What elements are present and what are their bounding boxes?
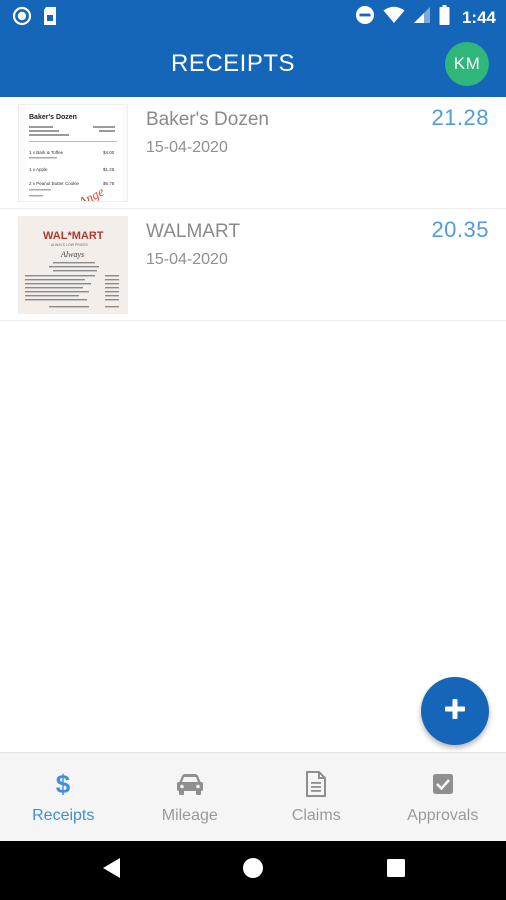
receipt-date: 15-04-2020 [146, 139, 228, 156]
battery-icon [439, 5, 450, 30]
thumb-header: Baker's Dozen [29, 114, 77, 121]
receipt-amount: 21.28 [431, 105, 489, 130]
tab-label: Claims [291, 807, 341, 824]
plus-icon [443, 697, 467, 726]
receipt-row[interactable]: Baker's Dozen 1 x Bark & Toffee $4.00 1 … [0, 97, 506, 209]
cell-signal-icon [413, 6, 431, 29]
bakers-dozen-receipt-image: Baker's Dozen 1 x Bark & Toffee $4.00 1 … [19, 105, 127, 201]
svg-text:2 x Peanut Butter Cookie: 2 x Peanut Butter Cookie [29, 181, 80, 186]
status-bar: 1:44 [0, 0, 506, 32]
merchant-name: WALMART [146, 221, 240, 242]
wifi-icon [383, 6, 405, 29]
merchant-name: Baker's Dozen [146, 109, 269, 130]
receipt-date: 15-04-2020 [146, 251, 228, 268]
home-button[interactable] [233, 841, 273, 900]
notification-circle-icon [12, 6, 32, 31]
svg-text:Always: Always [60, 250, 84, 259]
car-icon [175, 771, 205, 797]
tab-receipts[interactable]: $ Receipts [0, 753, 127, 841]
svg-text:$4.00: $4.00 [103, 150, 115, 155]
receipt-row[interactable]: WAL*MART ALWAYS LOW PRICES Always WALMAR… [0, 209, 506, 321]
svg-text:1 x Bark & Toffee: 1 x Bark & Toffee [29, 150, 64, 155]
recent-apps-button[interactable] [376, 841, 416, 900]
svg-text:ALWAYS LOW PRICES: ALWAYS LOW PRICES [51, 243, 89, 247]
bottom-navigation: $ Receipts Mileage Claims Approvals [0, 752, 506, 841]
status-time: 1:44 [461, 7, 496, 27]
do-not-disturb-icon [355, 5, 375, 30]
screen: 1:44 RECEIPTS KM Baker's Dozen 1 x Bark … [0, 0, 506, 900]
svg-text:$6.75: $6.75 [103, 181, 115, 186]
sim-card-icon [42, 6, 58, 31]
system-navigation-bar [0, 841, 506, 900]
receipt-amount: 20.35 [431, 217, 489, 242]
tab-claims[interactable]: Claims [253, 753, 380, 841]
svg-text:1 x Apple: 1 x Apple [29, 167, 48, 172]
tab-mileage[interactable]: Mileage [127, 753, 254, 841]
svg-text:$1.25: $1.25 [103, 167, 115, 172]
back-button[interactable] [92, 841, 132, 900]
receipt-thumbnail[interactable]: WAL*MART ALWAYS LOW PRICES Always [18, 216, 128, 314]
page-title: RECEIPTS [170, 50, 296, 77]
tab-label: Approvals [407, 807, 479, 824]
dollar-icon: $ [54, 770, 72, 798]
svg-text:$: $ [56, 770, 71, 798]
document-icon [305, 771, 327, 797]
app-bar: RECEIPTS KM [0, 32, 506, 97]
tab-label: Receipts [32, 807, 95, 824]
receipt-thumbnail[interactable]: Baker's Dozen 1 x Bark & Toffee $4.00 1 … [18, 104, 128, 202]
add-receipt-button[interactable] [421, 677, 489, 745]
avatar[interactable]: KM [445, 42, 489, 86]
recent-square-icon [386, 858, 406, 883]
back-triangle-icon [102, 857, 122, 884]
checkbox-icon [431, 771, 455, 797]
home-circle-icon [242, 857, 264, 884]
receipt-list: Baker's Dozen 1 x Bark & Toffee $4.00 1 … [0, 97, 506, 321]
walmart-receipt-image: WAL*MART ALWAYS LOW PRICES Always [19, 217, 127, 313]
thumb-header: WAL*MART [43, 230, 104, 242]
tab-approvals[interactable]: Approvals [380, 753, 506, 841]
tab-label: Mileage [161, 807, 218, 824]
